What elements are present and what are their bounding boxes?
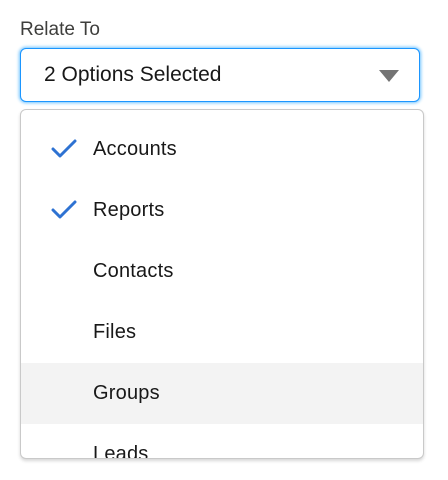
option-groups[interactable]: Groups: [21, 363, 423, 424]
option-contacts[interactable]: Contacts: [21, 241, 423, 302]
option-label: Reports: [93, 199, 165, 221]
options-listbox[interactable]: Accounts Reports Contacts Files Groups L…: [20, 109, 424, 459]
combobox-value: 2 Options Selected: [44, 63, 222, 86]
option-label: Contacts: [93, 260, 174, 282]
option-label: Files: [93, 321, 137, 343]
option-label: Groups: [93, 382, 160, 404]
option-leads[interactable]: Leads: [21, 424, 423, 459]
check-icon: [51, 139, 77, 158]
relate-to-field: Relate To 2 Options Selected Accounts Re…: [0, 0, 448, 480]
relate-to-combobox[interactable]: 2 Options Selected: [20, 48, 420, 102]
caret-down-icon: [379, 70, 399, 82]
check-icon: [51, 200, 77, 219]
option-accounts[interactable]: Accounts: [21, 119, 423, 180]
option-label: Leads: [93, 443, 149, 459]
field-label: Relate To: [20, 19, 100, 40]
option-files[interactable]: Files: [21, 302, 423, 363]
option-label: Accounts: [93, 138, 177, 160]
option-reports[interactable]: Reports: [21, 180, 423, 241]
